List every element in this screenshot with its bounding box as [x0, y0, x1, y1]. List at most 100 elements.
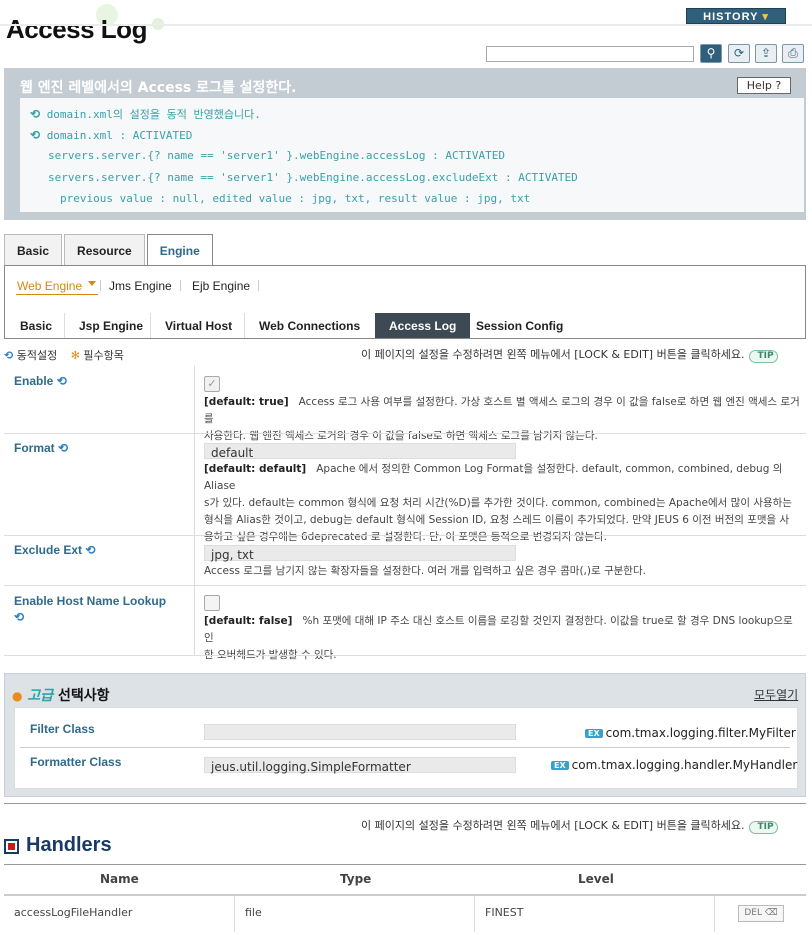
tip-badge[interactable]: TIP: [748, 821, 778, 834]
expand-all-link[interactable]: 모두열기: [754, 686, 798, 703]
sync-icon: ⟲: [30, 107, 41, 121]
tab-web-basic[interactable]: Basic: [6, 313, 66, 339]
legend-required: 필수항목: [83, 349, 124, 362]
filter-class-example: EX com.tmax.logging.filter.MyFilter: [585, 726, 796, 740]
column-header-level[interactable]: Level: [578, 872, 614, 886]
row-divider: [4, 535, 806, 536]
host-lookup-label: Enable Host Name Lookup ⟲: [14, 594, 167, 624]
print-icon: ⎙: [788, 46, 798, 60]
example-icon: EX: [551, 761, 569, 770]
delete-icon: ⌫: [764, 908, 778, 918]
column-divider: [714, 896, 715, 932]
column-divider: [474, 896, 475, 932]
help-button[interactable]: Help ?: [737, 77, 791, 94]
section-divider: [4, 803, 806, 804]
handler-type: file: [245, 906, 262, 919]
row-divider: [4, 433, 806, 434]
filter-class-label: Filter Class: [30, 722, 95, 736]
subtab-ejb-engine[interactable]: Ejb Engine: [192, 279, 250, 293]
advanced-options-title: ● 고급 선택사항: [12, 688, 110, 704]
print-button[interactable]: ⎙: [782, 44, 804, 63]
dynamic-setting-icon: ⟲: [85, 543, 96, 557]
tab-engine[interactable]: Engine: [146, 234, 213, 267]
enable-label: Enable ⟲: [14, 374, 67, 388]
filter-class-input[interactable]: [204, 724, 516, 740]
delete-handler-button[interactable]: DEL ⌫: [738, 905, 784, 922]
formatter-class-label: Formatter Class: [30, 755, 122, 769]
dropdown-arrow-icon: [88, 281, 96, 286]
host-lookup-description: [default: false] %h 포맷에 대해 IP 주소 대신 호스트 …: [204, 615, 793, 661]
tab-web-connections[interactable]: Web Connections: [244, 313, 374, 339]
column-divider: [194, 366, 195, 656]
tab-session-config[interactable]: Session Config: [462, 313, 577, 339]
page-title: Access Log: [6, 14, 147, 44]
example-icon: EX: [585, 729, 603, 738]
message-line: servers.server.{? name == 'server1' }.we…: [48, 171, 578, 184]
message-line: previous value : null, edited value : jp…: [60, 192, 531, 205]
format-label: Format ⟲: [14, 441, 69, 455]
main-tabs: Basic Resource Engine: [4, 234, 213, 267]
lock-edit-notice: 이 페이지의 설정을 수정하려면 왼쪽 메뉴에서 [LOCK & EDIT] 버…: [361, 817, 778, 834]
dynamic-setting-icon: ⟲: [14, 610, 25, 624]
enable-description: [default: true] Access 로그 사용 여부를 설정한다. 가…: [204, 396, 800, 442]
separator: [180, 280, 181, 291]
row-divider: [4, 655, 806, 656]
lock-edit-notice: 이 페이지의 설정을 수정하려면 왼쪽 메뉴에서 [LOCK & EDIT] 버…: [361, 346, 778, 363]
handler-name[interactable]: accessLogFileHandler: [14, 906, 132, 919]
column-divider: [234, 896, 235, 932]
handlers-title: Handlers: [26, 834, 112, 856]
header-divider: [0, 24, 812, 26]
refresh-button[interactable]: ⟳: [728, 44, 750, 63]
host-lookup-checkbox[interactable]: [204, 595, 220, 611]
dynamic-setting-icon: ⟲: [58, 441, 69, 455]
column-header-name[interactable]: Name: [100, 872, 139, 886]
tab-access-log[interactable]: Access Log: [375, 313, 471, 339]
tabs-baseline: [4, 338, 806, 339]
sync-icon: ⟲: [30, 128, 41, 142]
tab-jsp-engine[interactable]: Jsp Engine: [64, 313, 157, 339]
tab-virtual-host[interactable]: Virtual Host: [150, 313, 246, 339]
exclude-ext-description: Access 로그를 남기지 않는 확장자들을 설정한다. 여러 개를 입력하고…: [204, 565, 646, 577]
separator: [258, 280, 259, 291]
refresh-icon: ⟳: [733, 46, 745, 60]
message-line: ⟲ domain.xml : ACTIVATED: [30, 128, 193, 142]
help-icon: ?: [775, 79, 782, 92]
legend: ⟲ 동적설정 ✻ 필수항목: [4, 347, 124, 363]
table-header-border: [4, 894, 806, 896]
format-input[interactable]: default: [204, 443, 516, 460]
search-button[interactable]: ⚲: [700, 44, 722, 63]
search-icon: ⚲: [706, 46, 716, 60]
advanced-options-content: [14, 707, 798, 789]
required-icon: ✻: [70, 349, 80, 362]
export-icon: ⇪: [760, 46, 772, 60]
row-divider: [4, 585, 806, 586]
history-button[interactable]: HISTORY ▾: [686, 8, 786, 24]
subtab-jms-engine[interactable]: Jms Engine: [109, 279, 172, 293]
format-description: [default: default] Apache 에서 정의한 Common …: [204, 463, 792, 543]
enable-checkbox[interactable]: ✓: [204, 376, 220, 392]
active-underline: [16, 294, 98, 295]
export-button[interactable]: ⇪: [755, 44, 777, 63]
tab-basic[interactable]: Basic: [4, 234, 63, 266]
formatter-class-example: EX com.tmax.logging.handler.MyHandler: [551, 758, 797, 772]
table-top-border: [4, 864, 806, 865]
handler-level: FINEST: [485, 906, 524, 919]
chevron-down-icon: ▾: [762, 11, 769, 23]
dynamic-setting-icon: ⟲: [56, 374, 67, 388]
exclude-ext-input[interactable]: jpg, txt: [204, 545, 516, 562]
section-icon: [4, 839, 19, 854]
tab-resource[interactable]: Resource: [64, 234, 145, 266]
exclude-ext-label: Exclude Ext ⟲: [14, 543, 96, 557]
dynamic-setting-icon: ⟲: [4, 349, 14, 362]
formatter-class-input[interactable]: jeus.util.logging.SimpleFormatter: [204, 757, 516, 774]
tip-badge[interactable]: TIP: [748, 350, 778, 363]
legend-dynamic: 동적설정: [16, 349, 58, 362]
separator: [100, 280, 101, 291]
message-line: servers.server.{? name == 'server1' }.we…: [48, 149, 505, 162]
row-divider: [20, 747, 790, 748]
search-input[interactable]: [486, 46, 694, 62]
lightbulb-icon: ●: [12, 689, 23, 703]
message-line: ⟲ domain.xml의 설정을 동적 반영했습니다.: [30, 107, 261, 121]
subtab-web-engine[interactable]: Web Engine: [17, 279, 82, 293]
column-header-type[interactable]: Type: [340, 872, 371, 886]
